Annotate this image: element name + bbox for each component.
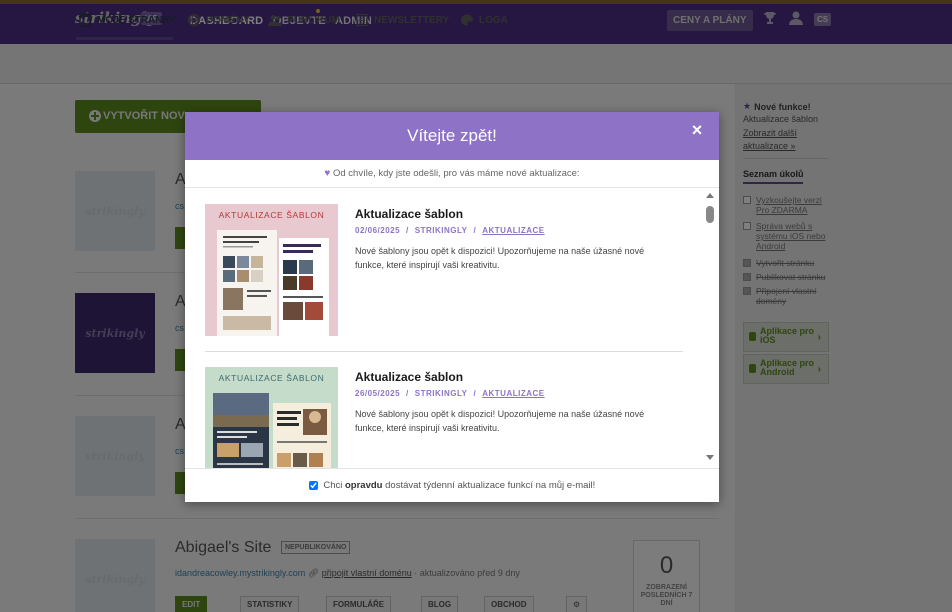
scrollbar-thumb[interactable] (706, 206, 714, 223)
entry-meta: 02/06/2025 / STRIKINGLY / AKTUALIZACE (355, 226, 545, 235)
modal-subtitle: ♥ Od chvíle, kdy jste odešli, pro vás má… (185, 160, 719, 188)
entry-date: 02/06/2025 (355, 226, 401, 235)
meta-separator: / (406, 389, 409, 398)
updates-list[interactable]: AKTUALIZACE ŠABLON Aktualizace šablon 02… (185, 188, 719, 468)
weekly-updates-checkbox[interactable] (308, 480, 318, 490)
welcome-back-modal: Vítejte zpět! × ♥ Od chvíle, kdy jste od… (185, 112, 719, 502)
scroll-down-arrow-icon[interactable] (706, 455, 714, 460)
footer-text-bold: opravdu (345, 480, 383, 491)
entry-title[interactable]: Aktualizace šablon (355, 370, 463, 384)
entry-title[interactable]: Aktualizace šablon (355, 207, 463, 221)
modal-footer: Chci opravdu dostávat týdenní aktualizac… (185, 468, 719, 502)
entry-description: Nové šablony jsou opět k dispozici! Upoz… (355, 246, 645, 270)
entry-thumbnail[interactable]: AKTUALIZACE ŠABLON (205, 367, 338, 468)
scrollbar[interactable] (704, 192, 715, 464)
scroll-up-arrow-icon[interactable] (706, 193, 714, 198)
close-icon[interactable]: × (690, 121, 704, 139)
entry-description: Nové šablony jsou opět k dispozici! Upoz… (355, 409, 645, 433)
meta-separator: / (473, 389, 477, 398)
entry-author: STRIKINGLY (414, 389, 468, 398)
modal-header: Vítejte zpět! × (185, 112, 719, 160)
entry-category-link[interactable]: AKTUALIZACE (482, 389, 544, 398)
entry-divider (205, 351, 683, 352)
meta-separator: / (406, 226, 409, 235)
template-preview-image (217, 230, 329, 336)
heart-icon: ♥ (324, 168, 331, 179)
template-preview-image (213, 393, 331, 468)
thumb-label: AKTUALIZACE ŠABLON (218, 373, 325, 383)
entry-date: 26/05/2025 (355, 389, 401, 398)
entry-author: STRIKINGLY (414, 226, 468, 235)
footer-text-before: Chci (323, 480, 345, 491)
weekly-updates-label[interactable]: Chci opravdu dostávat týdenní aktualizac… (323, 480, 595, 491)
modal-title: Vítejte zpět! (407, 126, 497, 145)
entry-meta: 26/05/2025 / STRIKINGLY / AKTUALIZACE (355, 389, 545, 398)
entry-category-link[interactable]: AKTUALIZACE (482, 226, 544, 235)
modal-subtitle-text: Od chvíle, kdy jste odešli, pro vás máme… (332, 168, 580, 179)
thumb-label: AKTUALIZACE ŠABLON (218, 210, 325, 220)
footer-text-after: dostávat týdenní aktualizace funkcí na m… (382, 480, 596, 491)
meta-separator: / (473, 226, 477, 235)
entry-thumbnail[interactable]: AKTUALIZACE ŠABLON (205, 204, 338, 336)
